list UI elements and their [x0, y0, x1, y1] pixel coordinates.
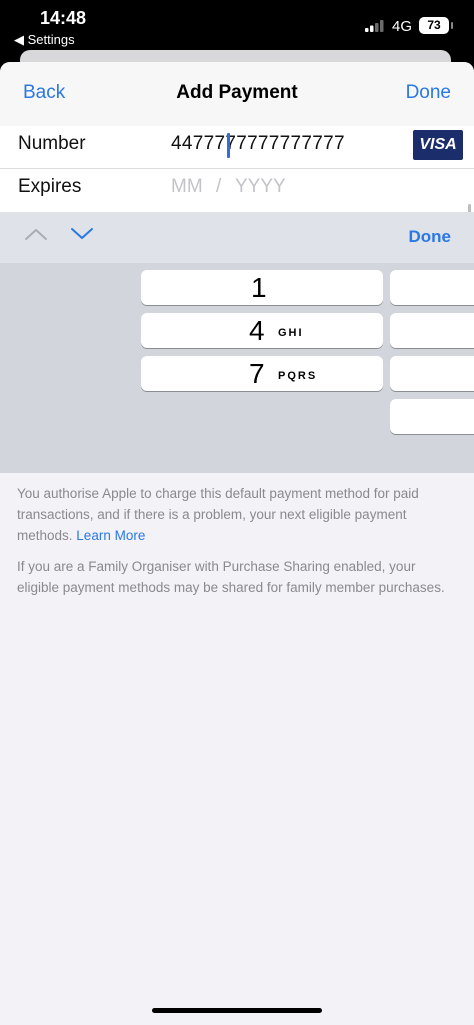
status-time: 14:48	[40, 8, 87, 28]
visa-card-logo: VISA	[413, 130, 463, 160]
expires-separator: /	[216, 176, 222, 197]
chevron-down-icon[interactable]	[70, 227, 94, 246]
add-payment-sheet: Back Add Payment Done Number 44777777777…	[0, 62, 474, 1025]
chevron-up-icon[interactable]	[24, 227, 48, 246]
key-1-number: 1	[251, 272, 267, 303]
key-0[interactable]	[390, 399, 474, 434]
key-2[interactable]	[390, 270, 474, 305]
text-cursor	[227, 133, 230, 158]
key-7[interactable]: 7 PQRS	[141, 356, 383, 391]
learn-more-link[interactable]: Learn More	[76, 528, 145, 543]
key-4-letters: GHI	[278, 327, 304, 339]
expires-row[interactable]: Expires MM / YYYY	[0, 169, 474, 211]
battery-icon: 73	[419, 17, 449, 34]
keyboard-toolbar: Done	[0, 212, 474, 263]
card-number-field[interactable]: 4477777777777777	[171, 133, 345, 155]
status-bar: 14:48 ◀ Settings 4G 73	[0, 0, 474, 52]
card-number-label: Number	[18, 133, 86, 154]
card-number-row[interactable]: Number 4477777777777777 VISA	[0, 126, 474, 169]
home-indicator[interactable]	[152, 1008, 322, 1013]
navigation-bar: Back Add Payment Done	[0, 62, 474, 126]
network-type: 4G	[392, 18, 413, 35]
numeric-keypad: 1 4 GHI 7 PQRS	[0, 263, 474, 473]
family-sharing-note: If you are a Family Organiser with Purch…	[17, 559, 445, 595]
key-1[interactable]: 1	[141, 270, 383, 305]
key-7-letters: PQRS	[278, 370, 318, 382]
key-5[interactable]	[390, 313, 474, 348]
payment-authorisation-note: You authorise Apple to charge this defau…	[17, 483, 457, 546]
toolbar-done-button[interactable]: Done	[409, 227, 452, 247]
expires-label: Expires	[18, 176, 82, 197]
done-button[interactable]: Done	[406, 82, 451, 104]
cellular-signal-icon	[365, 19, 387, 37]
page-title: Add Payment	[176, 82, 298, 103]
key-4[interactable]: 4 GHI	[141, 313, 383, 348]
key-7-number: 7	[249, 358, 265, 389]
back-to-settings-link[interactable]: ◀ Settings	[14, 32, 75, 48]
battery-cap	[451, 22, 453, 29]
card-form: Number 4477777777777777 VISA Expires MM …	[0, 126, 474, 248]
expires-year-field[interactable]: YYYY	[235, 176, 286, 198]
key-8[interactable]	[390, 356, 474, 391]
expires-month-field[interactable]: MM	[171, 176, 203, 198]
key-4-number: 4	[249, 315, 265, 346]
